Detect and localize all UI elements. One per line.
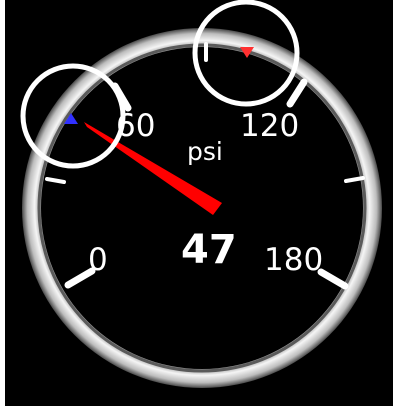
gauge-face xyxy=(41,47,363,369)
tick-label-120: 120 xyxy=(240,108,299,144)
tick-label-180: 180 xyxy=(264,242,323,278)
pressure-gauge: 0 60 120 180 psi 47 xyxy=(20,0,382,388)
tick-label-0: 0 xyxy=(88,242,108,278)
current-value-readout: 47 xyxy=(181,227,237,273)
unit-label: psi xyxy=(187,137,223,166)
